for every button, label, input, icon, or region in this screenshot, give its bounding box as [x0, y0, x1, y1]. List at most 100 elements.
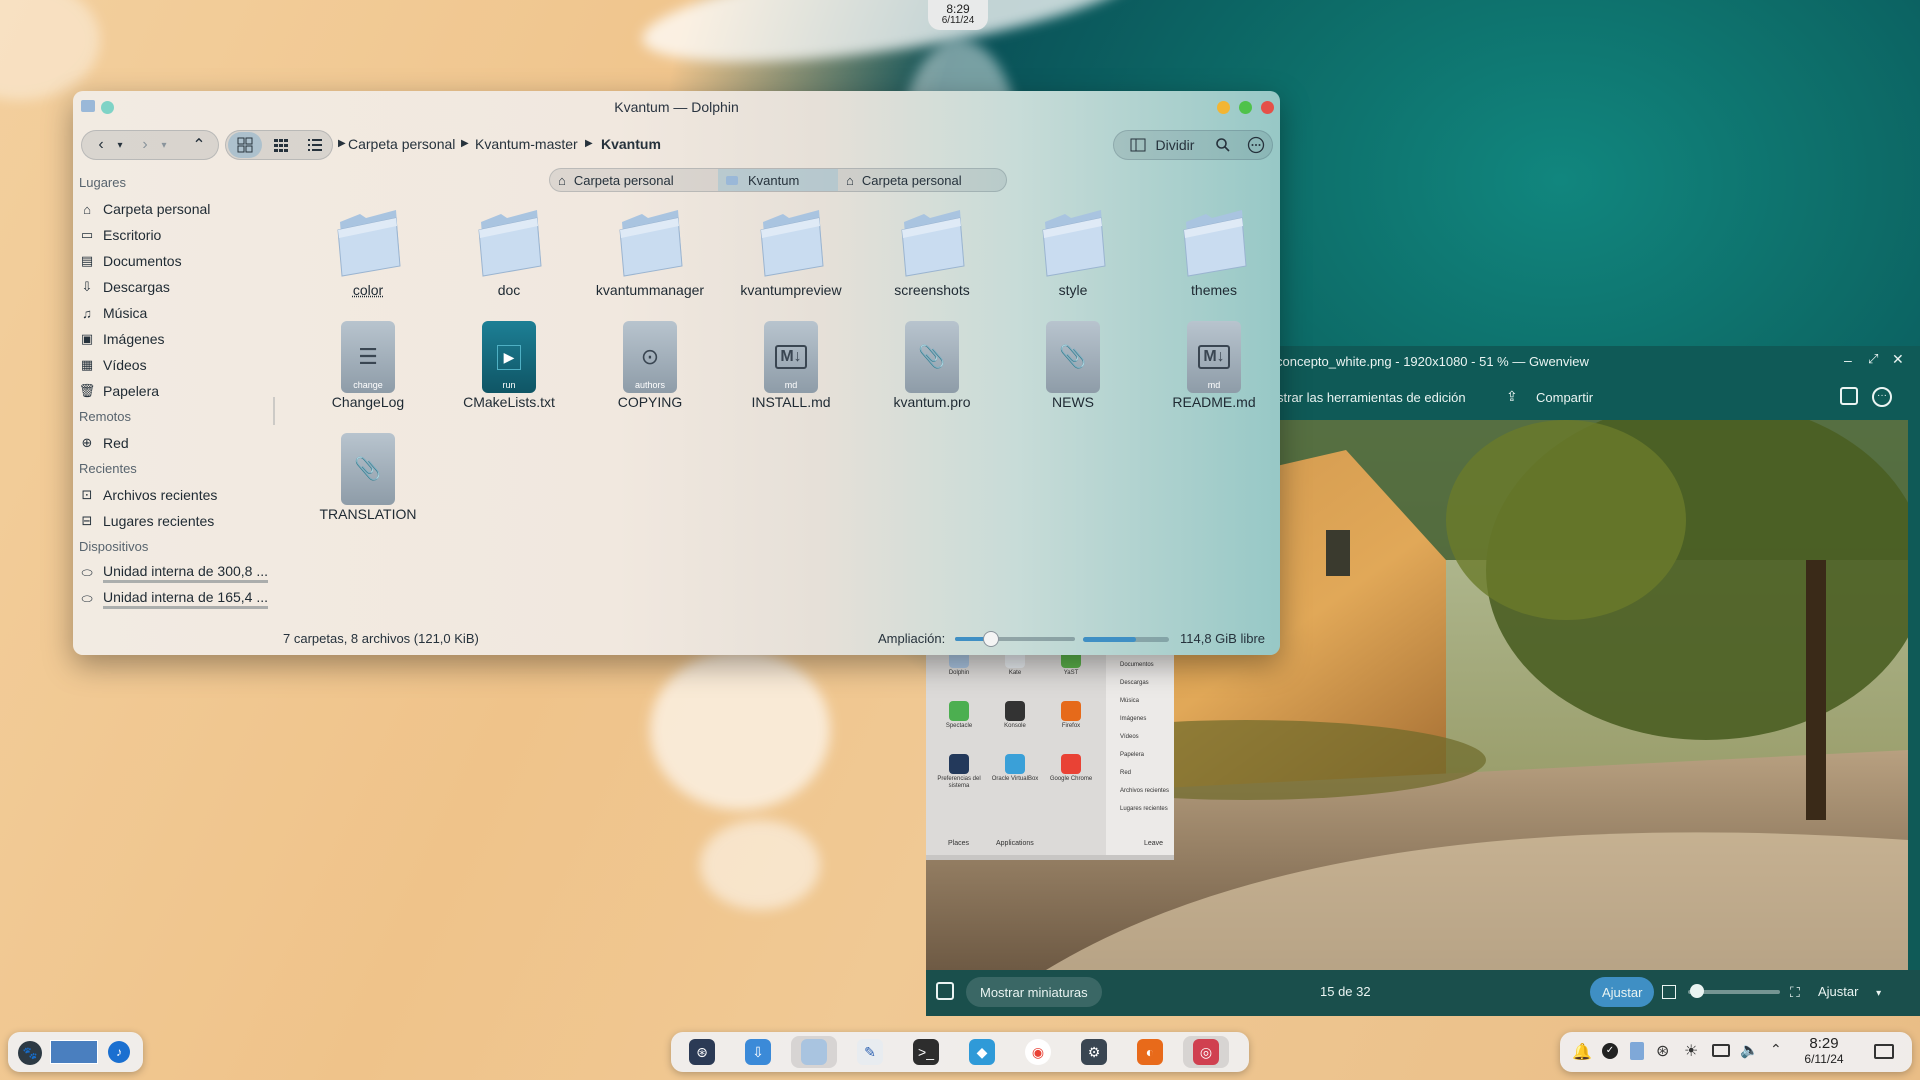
sidebar-item-place-3[interactable]: ⇩ Descargas: [79, 275, 269, 299]
task-button[interactable]: ✎: [847, 1036, 893, 1068]
details-view-button[interactable]: [298, 131, 332, 159]
task-button[interactable]: ⚙: [1071, 1036, 1117, 1068]
task-button[interactable]: [791, 1036, 837, 1068]
sidebar-item-recent-0[interactable]: ⊡ Archivos recientes: [79, 483, 269, 507]
sidebar-toggle-icon[interactable]: [936, 982, 954, 1000]
updates-icon[interactable]: ✓: [1602, 1043, 1618, 1059]
breadcrumb-separator[interactable]: ▶: [461, 138, 469, 149]
zoom-fit-icon[interactable]: ⛶: [1790, 984, 1800, 1001]
file-item[interactable]: M↓ md README.md: [1144, 318, 1280, 418]
breadcrumb-item-kvantum-master[interactable]: Kvantum-master: [475, 136, 578, 152]
forward-history-icon[interactable]: ▾: [156, 131, 172, 159]
display-icon[interactable]: [1712, 1044, 1730, 1057]
split-button[interactable]: Dividir: [1120, 131, 1204, 159]
clipboard-icon[interactable]: [1630, 1042, 1644, 1060]
zoom-slider-handle[interactable]: [1690, 984, 1705, 998]
network-icon[interactable]: ⊛: [1656, 1041, 1669, 1061]
folder-icon: [757, 206, 827, 278]
brightness-icon[interactable]: ☀: [1684, 1041, 1698, 1061]
folder-item[interactable]: style: [1003, 206, 1143, 306]
maximize-icon[interactable]: ⤢: [1868, 351, 1878, 367]
back-button[interactable]: ‹: [90, 131, 112, 159]
close-icon[interactable]: ✕: [1892, 351, 1904, 368]
compact-view-button[interactable]: [264, 131, 298, 159]
task-button[interactable]: >_: [903, 1036, 949, 1068]
tray-expand-icon[interactable]: ⌃: [1770, 1041, 1782, 1058]
zoom-slider-handle[interactable]: [983, 631, 999, 647]
sidebar-item-recent-1[interactable]: ⊟ Lugares recientes: [79, 509, 269, 533]
share-button[interactable]: Compartir: [1536, 390, 1593, 405]
launcher-place: Vídeos: [1120, 734, 1139, 740]
up-button[interactable]: ⌃: [186, 131, 212, 159]
file-item[interactable]: 📎 TRANSLATION: [298, 430, 438, 530]
file-item[interactable]: M↓ md INSTALL.md: [721, 318, 861, 418]
zoom-slider[interactable]: [955, 631, 1075, 647]
sidebar-item-place-5[interactable]: ▣ Imágenes: [79, 327, 269, 351]
file-item[interactable]: ☰ change ChangeLog: [298, 318, 438, 418]
sidebar-item-place-2[interactable]: ▤ Documentos: [79, 249, 269, 273]
fullscreen-icon[interactable]: [1840, 387, 1858, 405]
search-button[interactable]: [1210, 131, 1236, 159]
tab-home-1[interactable]: ⌂ Carpeta personal: [550, 169, 718, 191]
zoom-mode-dropdown[interactable]: Ajustar ▾: [1818, 984, 1881, 999]
app-launcher-icon[interactable]: 🐾: [18, 1041, 42, 1065]
breadcrumb-item-home[interactable]: Carpeta personal: [348, 136, 455, 152]
file-item[interactable]: ▶ run CMakeLists.txt: [439, 318, 579, 418]
breadcrumb-separator[interactable]: ▶: [585, 138, 593, 149]
sidebar-item-place-0[interactable]: ⌂ Carpeta personal: [79, 197, 269, 221]
task-button[interactable]: ⇩: [735, 1036, 781, 1068]
forward-button[interactable]: ›: [134, 131, 156, 159]
maximize-button[interactable]: [1239, 101, 1252, 114]
task-button[interactable]: ⊛: [679, 1036, 725, 1068]
folder-item[interactable]: color: [298, 206, 438, 306]
hamburger-menu-button[interactable]: [1242, 131, 1270, 159]
sidebar-device-1[interactable]: ⬭ Unidad interna de 165,4 ...: [79, 587, 269, 611]
panel-clock[interactable]: 8:29 6/11/24: [1794, 1035, 1854, 1066]
task-button[interactable]: ◐: [1127, 1036, 1173, 1068]
sidebar-item-place-7[interactable]: 🗑 Papelera: [79, 379, 269, 403]
minimize-button[interactable]: [1217, 101, 1230, 114]
share-icon[interactable]: ⇪: [1506, 388, 1518, 405]
sidebar-item-label: Papelera: [103, 383, 160, 399]
zoom-slider[interactable]: [1688, 984, 1780, 998]
sidebar-item-place-1[interactable]: ▭ Escritorio: [79, 223, 269, 247]
folder-item[interactable]: themes: [1144, 206, 1280, 306]
fit-button[interactable]: Ajustar: [1590, 977, 1655, 1007]
top-clock-widget[interactable]: 8:29 6/11/24: [928, 0, 988, 30]
pager-widget[interactable]: [50, 1040, 98, 1064]
folder-item[interactable]: kvantummanager: [580, 206, 720, 306]
breadcrumb-root-arrow[interactable]: ▶: [338, 138, 346, 149]
folder-item[interactable]: kvantumpreview: [721, 206, 861, 306]
folder-item[interactable]: doc: [439, 206, 579, 306]
fill-icon[interactable]: [1662, 985, 1676, 999]
tab-kvantum[interactable]: Kvantum: [718, 169, 838, 191]
volume-icon[interactable]: 🔈: [1740, 1041, 1759, 1059]
dolphin-titlebar[interactable]: Kvantum — Dolphin: [73, 91, 1280, 123]
back-history-icon[interactable]: ▾: [112, 131, 128, 159]
minimize-icon[interactable]: –: [1844, 352, 1852, 368]
show-desktop-icon[interactable]: [1874, 1044, 1894, 1059]
sidebar-item-place-6[interactable]: ▦ Vídeos: [79, 353, 269, 377]
file-name: TRANSLATION: [319, 506, 417, 522]
panel-splitter[interactable]: [273, 397, 275, 425]
task-button[interactable]: ◆: [959, 1036, 1005, 1068]
file-item[interactable]: ⊙ authors COPYING: [580, 318, 720, 418]
edit-tools-button[interactable]: strar las herramientas de edición: [1277, 390, 1466, 405]
sidebar-item-remote-0[interactable]: ⊕ Red: [79, 431, 269, 455]
close-button[interactable]: [1261, 101, 1274, 114]
sidebar-item-place-4[interactable]: ♫ Música: [79, 301, 269, 325]
file-item[interactable]: 📎 kvantum.pro: [862, 318, 1002, 418]
executable-script-icon: ▶ run: [482, 321, 536, 393]
task-button[interactable]: ◉: [1015, 1036, 1061, 1068]
notifications-icon[interactable]: 🔔: [1572, 1042, 1592, 1062]
show-thumbnails-button[interactable]: Mostrar miniaturas: [966, 977, 1102, 1007]
icons-view-button[interactable]: [228, 132, 262, 158]
breadcrumb-item-kvantum[interactable]: Kvantum: [601, 136, 661, 152]
folder-item[interactable]: screenshots: [862, 206, 1002, 306]
music-player-icon[interactable]: ♪: [108, 1041, 130, 1063]
menu-icon[interactable]: ···: [1872, 387, 1892, 407]
task-button[interactable]: ◎: [1183, 1036, 1229, 1068]
sidebar-device-0[interactable]: ⬭ Unidad interna de 300,8 ...: [79, 561, 269, 585]
file-item[interactable]: 📎 NEWS: [1003, 318, 1143, 418]
tab-home-2[interactable]: ⌂ Carpeta personal: [838, 169, 1006, 191]
